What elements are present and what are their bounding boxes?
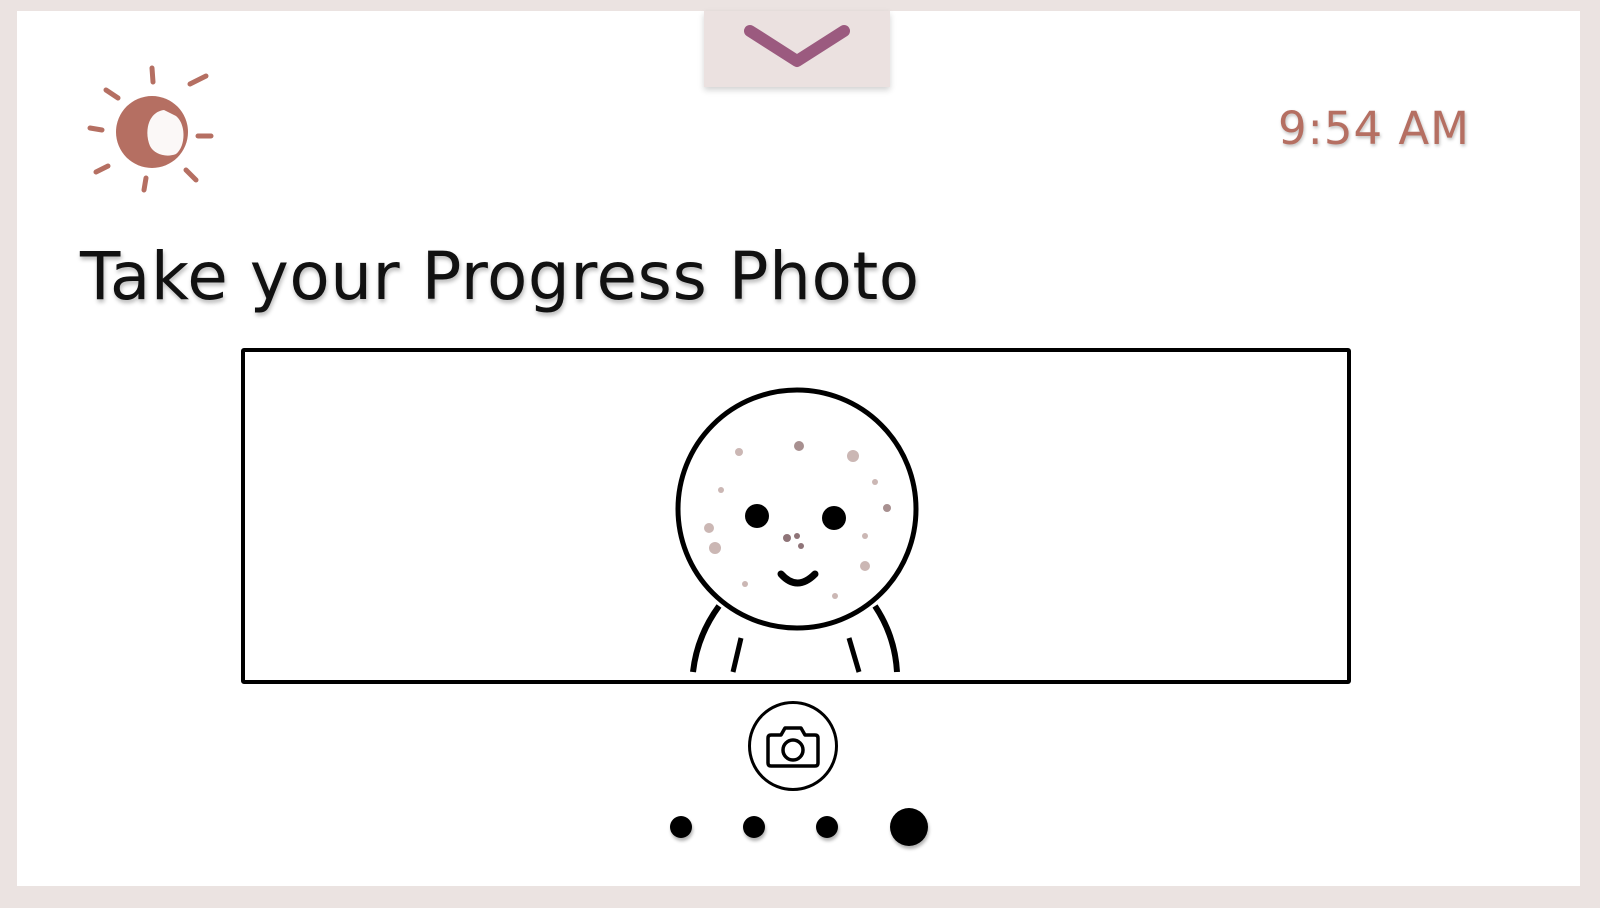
capture-photo-button[interactable] bbox=[748, 701, 838, 791]
camera-icon bbox=[766, 726, 820, 768]
page-dot-3[interactable] bbox=[816, 816, 838, 838]
camera-preview bbox=[241, 348, 1351, 684]
pull-down-tab[interactable] bbox=[704, 11, 890, 87]
page-dot-1[interactable] bbox=[670, 816, 692, 838]
page-dot-4-active[interactable] bbox=[890, 808, 928, 846]
page-title: Take your Progress Photo bbox=[80, 238, 920, 315]
clock-time: 9:54 AM bbox=[1278, 102, 1470, 155]
face-avatar-icon bbox=[675, 387, 919, 673]
sun-icon bbox=[86, 62, 222, 198]
chevron-down-icon bbox=[744, 25, 850, 67]
page-dot-2[interactable] bbox=[743, 816, 765, 838]
page-indicator bbox=[668, 806, 928, 846]
